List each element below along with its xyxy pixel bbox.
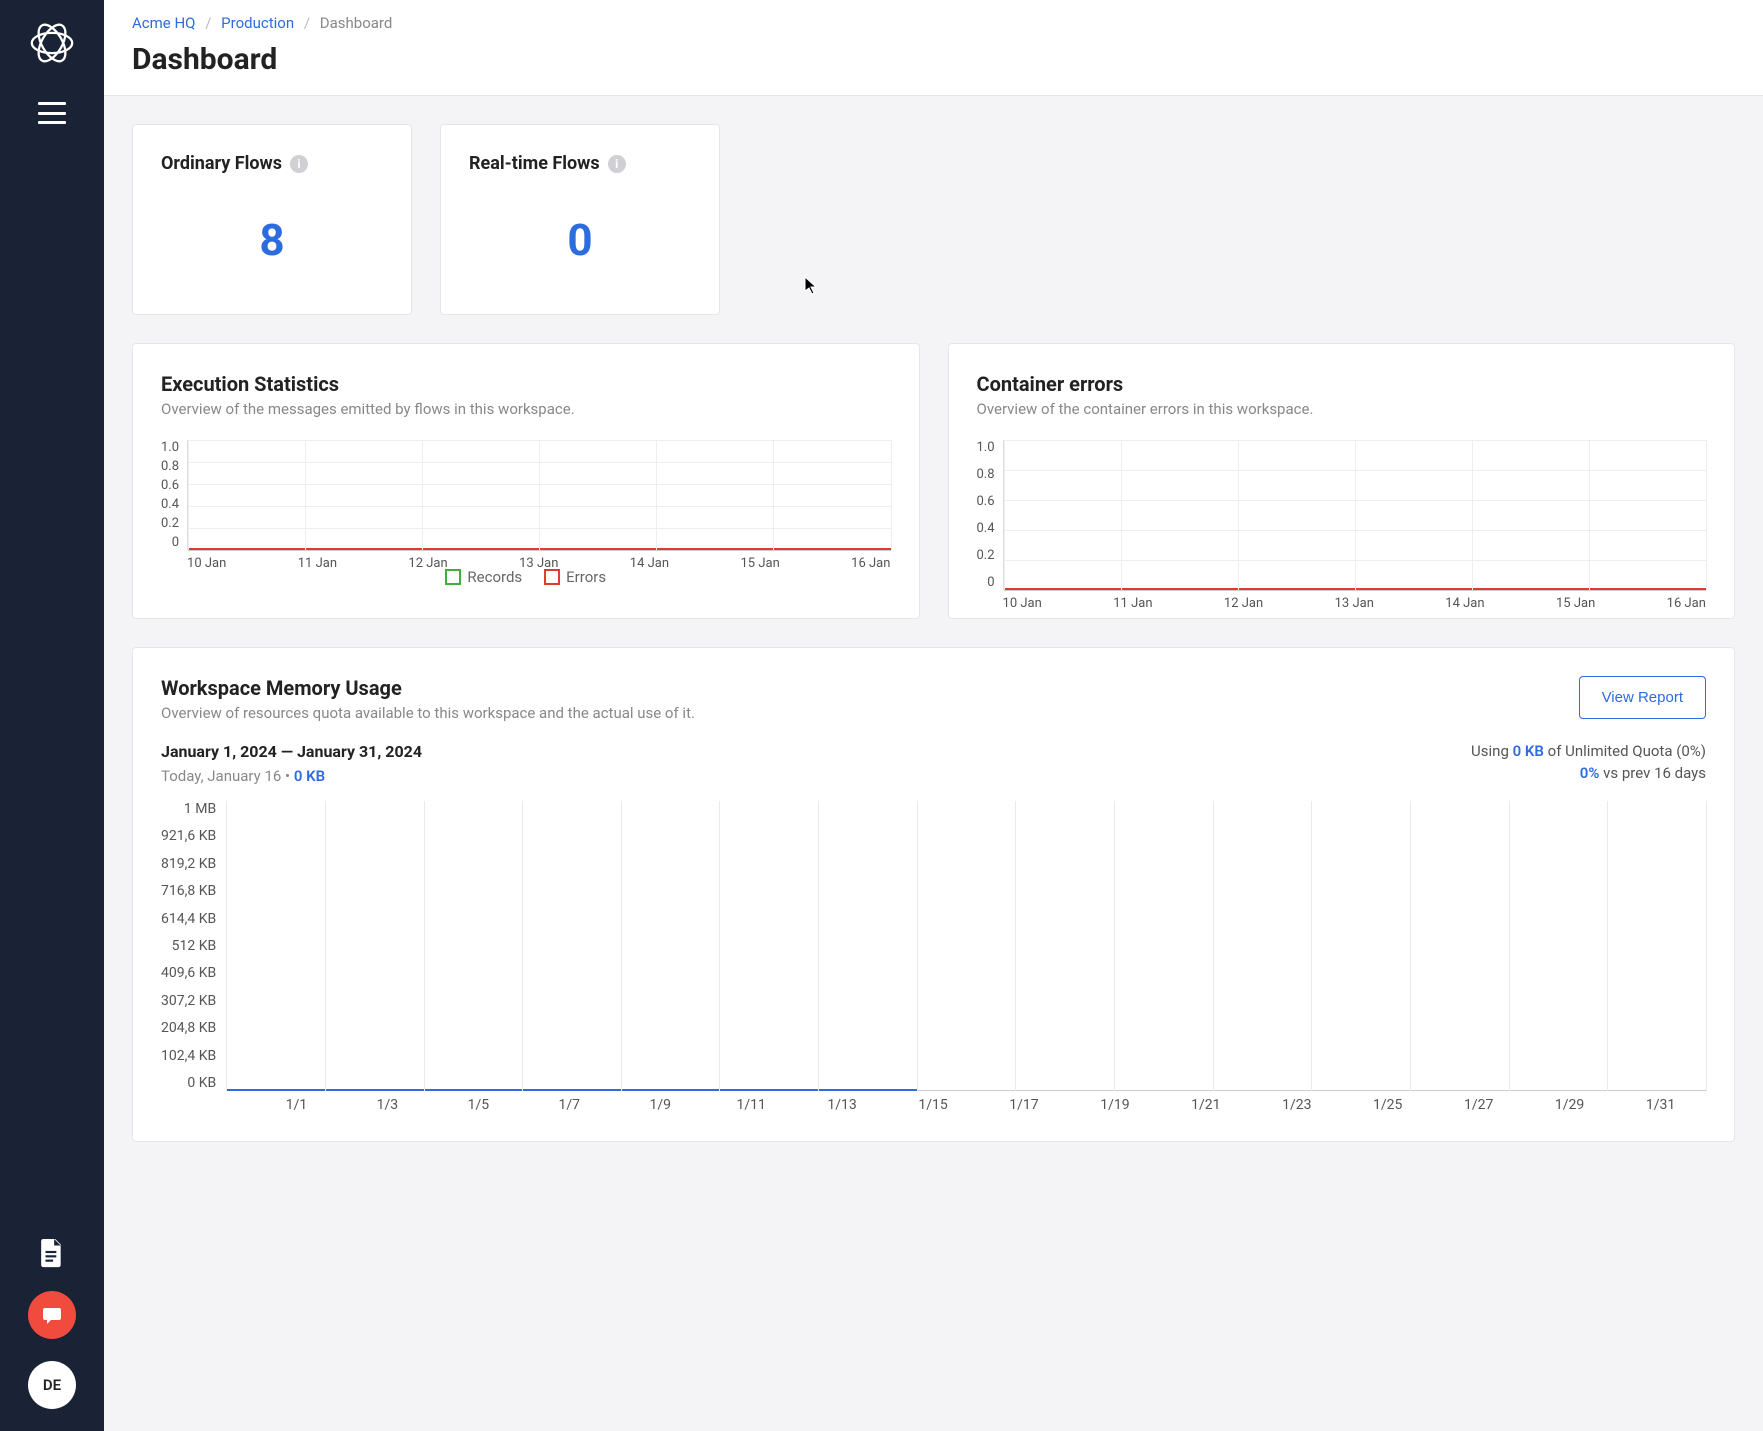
execution-statistics-card: Execution Statistics Overview of the mes… <box>132 343 920 619</box>
chart-y-axis: 1.00.80.60.40.20 <box>161 440 187 550</box>
menu-toggle-icon[interactable] <box>38 102 66 124</box>
memory-usage-value: 0 KB <box>1513 742 1544 760</box>
app-logo-icon[interactable] <box>29 20 75 66</box>
sidebar: DE <box>0 0 104 1431</box>
stat-row: Ordinary Flows i 8 Real-time Flows i 0 <box>132 124 1735 315</box>
chart-grid <box>187 440 890 550</box>
chart-series-usage <box>226 1089 917 1092</box>
memory-today: Today, January 16 • 0 KB <box>161 767 422 785</box>
chart-x-axis: 10 Jan11 Jan12 Jan13 Jan14 Jan15 Jan16 J… <box>1003 596 1706 611</box>
stat-value: 0 <box>469 214 691 266</box>
section-subtitle: Overview of the container errors in this… <box>977 400 1707 418</box>
view-report-button[interactable]: View Report <box>1579 676 1706 719</box>
page-title: Dashboard <box>132 42 1735 77</box>
chart-x-axis: 10 Jan11 Jan12 Jan13 Jan14 Jan15 Jan16 J… <box>187 556 890 571</box>
chart-grid <box>1003 440 1706 590</box>
memory-usage-line: Using 0 KB of Unlimited Quota (0%) <box>1471 742 1706 760</box>
section-title: Workspace Memory Usage <box>161 676 695 700</box>
container-errors-card: Container errors Overview of the contain… <box>948 343 1736 619</box>
memory-today-value: 0 KB <box>294 767 325 785</box>
memory-today-prefix: Today, January 16 • <box>161 767 294 785</box>
memory-date-range: January 1, 2024 — January 31, 2024 <box>161 742 422 761</box>
info-icon[interactable]: i <box>608 155 626 173</box>
locale-label: DE <box>43 1376 61 1394</box>
memory-delta-suffix: vs prev 16 days <box>1599 764 1706 782</box>
stat-card-ordinary-flows: Ordinary Flows i 8 <box>132 124 412 315</box>
section-title: Container errors <box>977 372 1707 396</box>
header: Acme HQ / Production / Dashboard Dashboa… <box>104 0 1763 96</box>
breadcrumb-current: Dashboard <box>320 14 393 32</box>
memory-usage-prefix: Using <box>1471 742 1513 760</box>
charts-row: Execution Statistics Overview of the mes… <box>132 343 1735 619</box>
section-subtitle: Overview of resources quota available to… <box>161 704 695 722</box>
stat-label: Real-time Flows <box>469 153 600 174</box>
breadcrumb-org[interactable]: Acme HQ <box>132 14 196 32</box>
stat-card-realtime-flows: Real-time Flows i 0 <box>440 124 720 315</box>
chart-x-axis: 1/11/31/51/71/91/111/131/151/171/191/211… <box>251 1097 1706 1113</box>
breadcrumb-workspace[interactable]: Production <box>221 14 294 32</box>
memory-delta-value: 0% <box>1580 764 1600 782</box>
stat-value: 8 <box>161 214 383 266</box>
memory-delta-line: 0% vs prev 16 days <box>1471 764 1706 782</box>
container-errors-chart: 1.00.80.60.40.20 10 Jan11 Jan12 Jan13 Ja… <box>977 440 1707 590</box>
stat-label: Ordinary Flows <box>161 153 282 174</box>
memory-usage-suffix: of Unlimited Quota (0%) <box>1544 742 1706 760</box>
execution-chart: 1.00.80.60.40.20 10 Jan11 Jan12 Jan13 Ja… <box>161 440 891 550</box>
section-title: Execution Statistics <box>161 372 891 396</box>
content: Ordinary Flows i 8 Real-time Flows i 0 <box>104 96 1763 1170</box>
breadcrumb-sep: / <box>304 14 310 32</box>
docs-icon[interactable] <box>39 1239 65 1269</box>
chart-y-axis: 1 MB921,6 KB819,2 KB716,8 KB614,4 KB512 … <box>161 801 226 1091</box>
chat-button[interactable] <box>28 1291 76 1339</box>
chart-grid <box>226 801 1706 1091</box>
locale-button[interactable]: DE <box>28 1361 76 1409</box>
info-icon[interactable]: i <box>290 155 308 173</box>
section-subtitle: Overview of the messages emitted by flow… <box>161 400 891 418</box>
memory-chart: 1 MB921,6 KB819,2 KB716,8 KB614,4 KB512 … <box>161 801 1706 1091</box>
breadcrumb: Acme HQ / Production / Dashboard <box>132 14 1735 32</box>
main: Acme HQ / Production / Dashboard Dashboa… <box>104 0 1763 1431</box>
memory-usage-card: Workspace Memory Usage Overview of resou… <box>132 647 1735 1142</box>
breadcrumb-sep: / <box>205 14 211 32</box>
chart-y-axis: 1.00.80.60.40.20 <box>977 440 1003 590</box>
